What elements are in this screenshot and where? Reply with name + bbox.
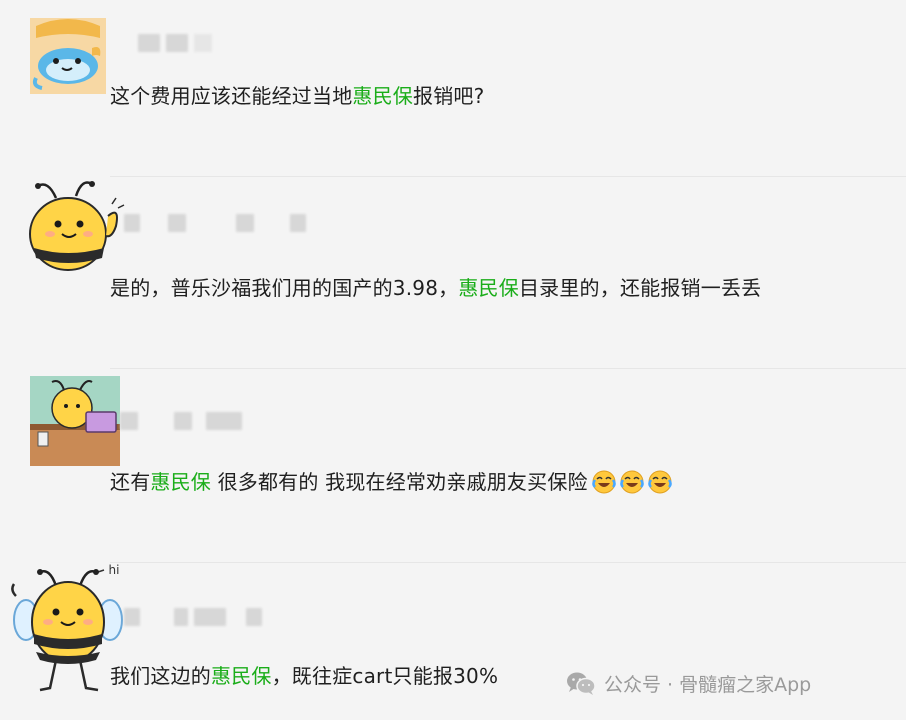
watermark-text: 公众号 · 骨髓瘤之家App xyxy=(604,674,812,696)
keyword-huiminbao: 惠民保 xyxy=(458,276,519,300)
svg-text:hi: hi xyxy=(109,563,120,577)
source-watermark: 公众号 · 骨髓瘤之家App xyxy=(566,670,811,697)
comment-text: 是的，普乐沙福我们用的国产的3.98，惠民保目录里的，还能报销一丢丢 xyxy=(110,276,762,300)
divider xyxy=(110,562,906,563)
laugh-cry-emoji xyxy=(619,470,644,494)
comment-text: 这个费用应该还能经过当地惠民保报销吧? xyxy=(110,84,485,108)
bee-at-laptop-avatar[interactable] xyxy=(30,376,120,466)
blurred-username xyxy=(138,34,212,52)
cartoon-fish-avatar[interactable] xyxy=(30,18,106,94)
bee-waving-avatar[interactable] xyxy=(28,176,128,274)
blurred-username xyxy=(124,608,262,626)
laugh-cry-emoji xyxy=(647,470,672,494)
comment-text: 还有惠民保 很多都有的 我现在经常劝亲戚朋友买保险 xyxy=(110,468,672,496)
keyword-huiminbao: 惠民保 xyxy=(211,664,272,688)
divider xyxy=(110,368,906,369)
laugh-cry-emoji xyxy=(591,470,616,494)
blurred-username xyxy=(120,412,242,430)
keyword-huiminbao: 惠民保 xyxy=(150,470,212,494)
divider xyxy=(110,176,906,177)
keyword-huiminbao: 惠民保 xyxy=(352,84,414,108)
blurred-username xyxy=(124,214,306,232)
comment-text: 我们这边的惠民保，既往症cart只能报30% xyxy=(110,664,499,688)
bee-hi-avatar[interactable]: hi xyxy=(6,560,126,700)
wechat-icon xyxy=(567,672,596,695)
